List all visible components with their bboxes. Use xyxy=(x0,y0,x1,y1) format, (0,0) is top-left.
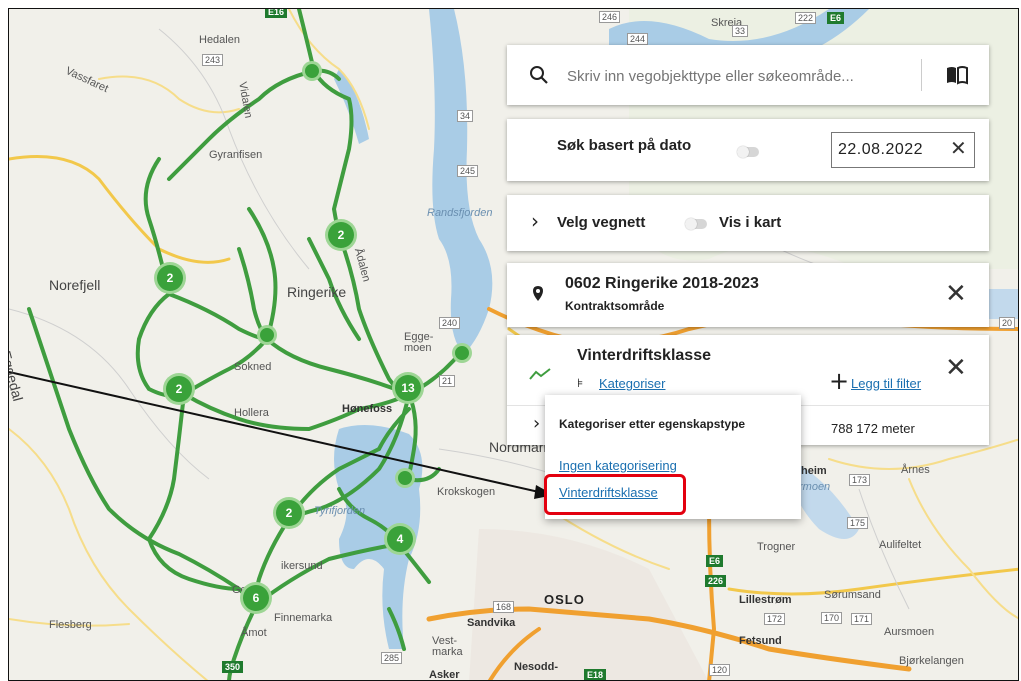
hierarchy-icon: ⊧ xyxy=(577,376,584,390)
place-label: ikersund xyxy=(281,560,323,572)
place-label: Sokned xyxy=(234,361,272,373)
categorize-link[interactable]: Kategoriser xyxy=(599,376,665,391)
area-card: 0602 Ringerike 2018-2023 Kontraktsområde… xyxy=(507,263,989,327)
expand-chevron-icon[interactable]: › xyxy=(531,209,539,233)
place-label: Finnemarka xyxy=(274,612,333,624)
date-toggle[interactable] xyxy=(737,146,759,158)
date-field[interactable]: 22.08.2022 ✕ xyxy=(831,132,975,168)
remove-object-icon[interactable]: ✕ xyxy=(945,355,967,381)
map-cluster[interactable]: 2 xyxy=(163,373,195,405)
place-label: Aulifeltet xyxy=(879,539,922,551)
location-pin-icon xyxy=(533,286,543,301)
book-icon[interactable] xyxy=(945,65,969,85)
place-label: rmoen xyxy=(799,481,831,493)
place-label: heim xyxy=(801,465,827,477)
place-label: Tyrifjorden xyxy=(314,505,366,517)
object-title: Vinterdriftsklasse xyxy=(577,347,711,364)
place-label: Norefjell xyxy=(49,277,101,293)
map-cluster[interactable]: 2 xyxy=(325,219,357,251)
map-node[interactable] xyxy=(395,468,415,488)
area-title: 0602 Ringerike 2018-2023 xyxy=(565,275,759,292)
map-node[interactable] xyxy=(257,325,277,345)
map-cluster[interactable]: 6 xyxy=(240,582,272,614)
divider xyxy=(921,59,922,91)
result-expand-icon[interactable]: › xyxy=(533,413,540,434)
place-label: Fetsund xyxy=(739,635,782,647)
trend-line-icon xyxy=(529,368,551,380)
place-label: Krokskogen xyxy=(437,486,496,498)
place-label: Sørumsand xyxy=(824,589,881,601)
place-label: Vest- marka xyxy=(432,635,463,658)
map-window: Hedalen Vassfaret Gyranfisen Vidalen Åda… xyxy=(8,8,1019,681)
network-label[interactable]: Velg vegnett xyxy=(557,214,645,231)
search-icon xyxy=(530,66,548,84)
map-cluster[interactable]: 4 xyxy=(384,523,416,555)
place-label: Ringerike xyxy=(287,284,347,300)
search-card xyxy=(507,45,989,105)
plus-icon[interactable]: + xyxy=(829,367,849,395)
place-label: Hedalen xyxy=(199,34,240,46)
place-label: Aursmoen xyxy=(884,626,935,638)
network-map-toggle[interactable] xyxy=(685,218,707,230)
add-filter-link[interactable]: Legg til filter xyxy=(851,376,921,391)
remove-area-icon[interactable]: ✕ xyxy=(945,281,967,307)
clear-date-icon[interactable]: ✕ xyxy=(950,138,967,158)
place-label: Nesodd- xyxy=(514,661,558,673)
map-node[interactable] xyxy=(452,343,472,363)
highlight-box xyxy=(544,474,686,515)
show-in-map-label: Vis i kart xyxy=(719,214,782,231)
place-label: Flesberg xyxy=(49,619,92,631)
place-label: Gyranfisen xyxy=(209,149,263,161)
place-label: Randsfjorden xyxy=(427,207,493,219)
result-length: 788 172 meter xyxy=(831,421,915,436)
map-cluster[interactable]: 2 xyxy=(154,262,186,294)
date-card: Søk basert på dato 22.08.2022 ✕ xyxy=(507,119,989,181)
date-filter-label: Søk basert på dato xyxy=(557,137,692,154)
option-no-category[interactable]: Ingen kategorisering xyxy=(559,458,677,473)
search-input[interactable] xyxy=(565,63,909,89)
place-label: Sandvika xyxy=(467,617,516,629)
map-cluster[interactable]: 13 xyxy=(392,372,424,404)
date-value: 22.08.2022 xyxy=(838,141,924,158)
place-label: Årnes xyxy=(901,464,930,476)
place-label: Trogner xyxy=(757,541,796,553)
place-label: Egge- moen xyxy=(404,331,434,354)
place-label: Asker xyxy=(429,669,460,681)
map-node[interactable] xyxy=(302,61,322,81)
place-label: Hønefoss xyxy=(342,403,393,415)
place-label: OSLO xyxy=(544,592,585,607)
area-subtitle: Kontraktsområde xyxy=(565,299,665,313)
dropdown-title: Kategoriser etter egenskapstype xyxy=(559,417,746,431)
network-card: › Velg vegnett Vis i kart xyxy=(507,195,989,251)
place-label: Åmot xyxy=(241,627,267,639)
map-cluster[interactable]: 2 xyxy=(273,497,305,529)
place-label: Hollera xyxy=(234,407,269,419)
place-label: Lillestrøm xyxy=(739,594,792,606)
place-label: Bjørkelangen xyxy=(899,655,964,667)
